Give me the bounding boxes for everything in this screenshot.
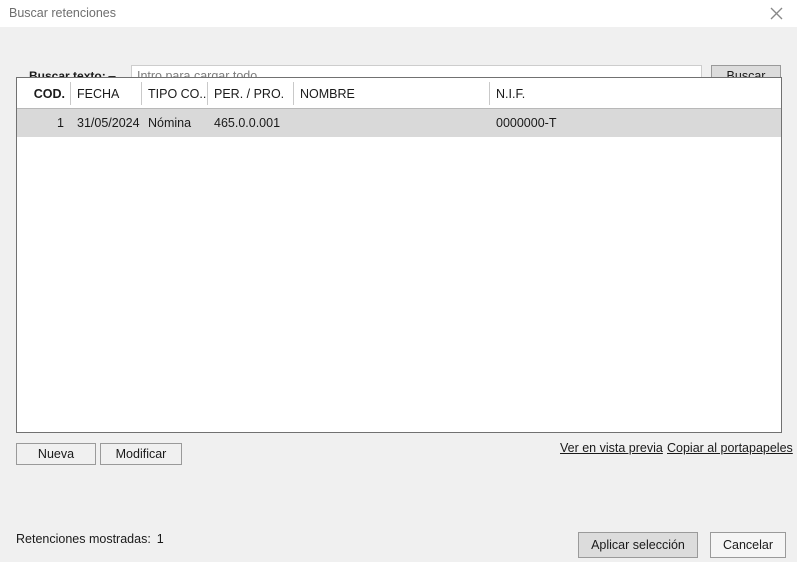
records-count-label: Retenciones mostradas:	[16, 532, 151, 546]
column-header-label: TIPO CO...	[148, 86, 208, 101]
cell-text: 1	[57, 116, 64, 130]
cell-nif: 0000000-T	[490, 109, 781, 137]
column-header-fecha[interactable]: FECHA	[71, 78, 142, 109]
cell-perpro: 465.0.0.001	[208, 109, 294, 137]
column-header-nombre[interactable]: NOMBRE	[294, 78, 490, 109]
cell-cod: 1	[17, 109, 71, 137]
table-header-row: COD. FECHA TIPO CO... PER. / PRO. NOMBRE N.I.…	[17, 78, 781, 109]
preview-link[interactable]: Ver en vista previa	[560, 441, 663, 455]
close-icon[interactable]	[755, 0, 797, 27]
column-header-perpro[interactable]: PER. / PRO.	[208, 78, 294, 109]
column-header-nif[interactable]: N.I.F.	[490, 78, 781, 109]
copy-to-clipboard-link[interactable]: Copiar al portapapeles	[667, 441, 793, 455]
column-header-label: PER. / PRO.	[214, 86, 285, 101]
window-title: Buscar retenciones	[9, 6, 117, 20]
column-header-cod[interactable]: COD.	[17, 78, 71, 109]
column-header-label: N.I.F.	[496, 86, 526, 101]
cell-fecha: 31/05/2024	[71, 109, 142, 137]
column-header-label: FECHA	[77, 86, 120, 101]
column-header-label: COD.	[33, 86, 65, 101]
column-header-tipo[interactable]: TIPO CO...	[142, 78, 208, 109]
results-table: COD. FECHA TIPO CO... PER. / PRO. NOMBRE N.I.…	[16, 77, 782, 433]
cell-text: 0000000-T	[496, 116, 557, 130]
new-button[interactable]: Nueva	[16, 443, 96, 465]
window-titlebar: Buscar retenciones	[0, 0, 797, 27]
cancel-button[interactable]: Cancelar	[710, 532, 786, 558]
table-body: 1 31/05/2024 Nómina 465.0.0.001 0000000-T	[17, 109, 781, 137]
cell-nombre	[294, 109, 490, 137]
cell-text: Nómina	[148, 116, 192, 130]
search-toolbar: Buscar texto: Buscar	[0, 27, 797, 87]
modify-button[interactable]: Modificar	[100, 443, 182, 465]
cell-tipo: Nómina	[142, 109, 208, 137]
cell-text: 465.0.0.001	[214, 116, 281, 130]
records-count: Retenciones mostradas: 1	[16, 532, 164, 546]
records-count-value: 1	[156, 532, 164, 546]
cell-text: 31/05/2024	[77, 116, 140, 130]
table-row[interactable]: 1 31/05/2024 Nómina 465.0.0.001 0000000-T	[17, 109, 781, 137]
column-header-label: NOMBRE	[300, 86, 355, 101]
apply-selection-button[interactable]: Aplicar selección	[578, 532, 698, 558]
